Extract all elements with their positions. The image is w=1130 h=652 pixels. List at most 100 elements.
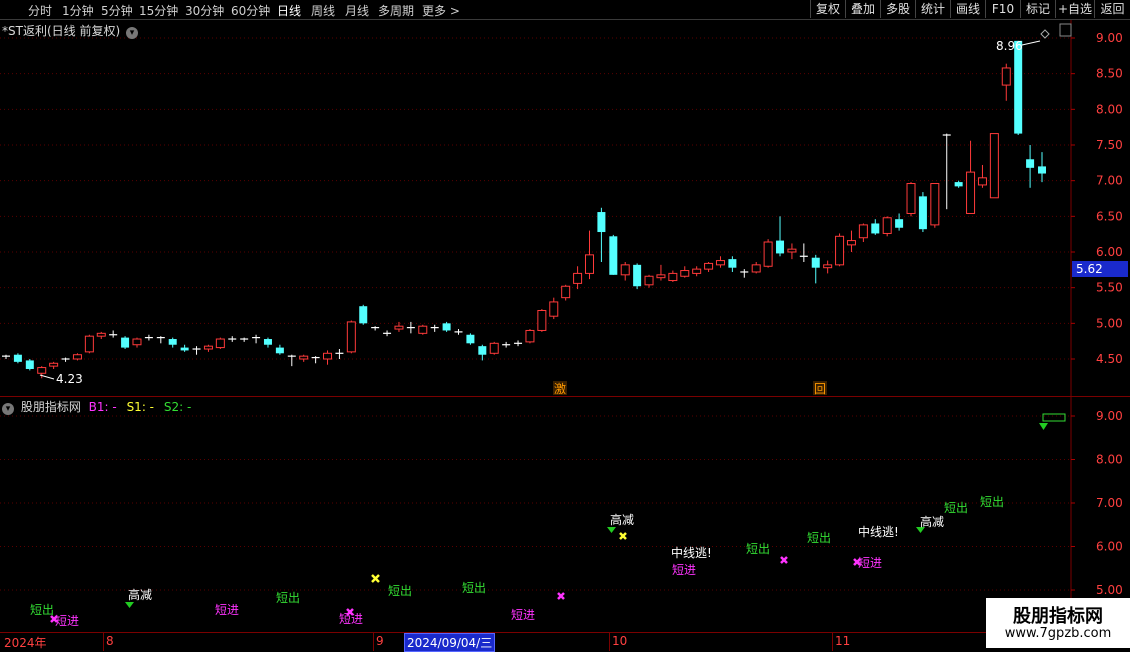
candle <box>656 264 666 281</box>
candle <box>228 336 237 342</box>
signal-label: 短出 <box>807 531 831 545</box>
candle <box>584 230 594 280</box>
candle <box>728 256 737 272</box>
candle <box>109 330 118 338</box>
tab-fenshi[interactable]: 分时 <box>28 2 52 19</box>
price-tick: 8.00 <box>1096 102 1123 116</box>
price-tick: 9.00 <box>1096 31 1123 45</box>
candle <box>61 357 70 362</box>
cursor-date-label: 2024/09/04/三 <box>404 633 496 652</box>
candle <box>489 341 499 355</box>
chart-title-row: *ST返利(日线 前复权) ▾ <box>2 22 138 39</box>
tab-1min[interactable]: 1分钟 <box>62 2 94 19</box>
candle <box>466 333 475 345</box>
chart-dropdown-icon[interactable]: ▾ <box>125 27 138 39</box>
indicator-dropdown-icon[interactable]: ▾ <box>2 403 14 415</box>
candlestick-chart[interactable]: 9.00 8.50 8.00 7.50 7.00 6.50 6.00 5.50 5.00 4.50… <box>0 20 1130 396</box>
signal-label: 短出 <box>462 581 486 595</box>
watermark-title: 股朋指标网 <box>1013 606 1103 627</box>
tab-30min[interactable]: 30分钟 <box>185 2 224 19</box>
marker-ji: 激 <box>554 382 566 396</box>
candle <box>478 344 487 361</box>
tab-5min[interactable]: 5分钟 <box>101 2 133 19</box>
candle <box>525 329 535 344</box>
price-tick: 7.00 <box>1096 174 1123 188</box>
candle <box>371 326 380 331</box>
statistics-button[interactable]: 统计 <box>915 0 950 18</box>
candle <box>692 266 702 277</box>
candle <box>287 354 296 367</box>
draw-line-button[interactable]: 画线 <box>950 0 985 18</box>
cross-marker <box>780 556 788 564</box>
tab-multi-period[interactable]: 多周期 <box>378 2 414 19</box>
candle <box>954 180 963 188</box>
candle <box>620 261 630 281</box>
signal-label: 中线逃! <box>671 545 712 560</box>
candle <box>871 219 880 235</box>
price-tick: 6.00 <box>1096 245 1123 259</box>
candle <box>383 330 392 337</box>
tab-weekly[interactable]: 周线 <box>311 2 335 19</box>
date-label-nov: 11 <box>835 634 851 648</box>
candle <box>240 337 249 342</box>
down-arrow-icon <box>1039 423 1048 430</box>
diamond-icon[interactable] <box>1040 29 1050 39</box>
panel-settings-icon[interactable] <box>1059 23 1072 37</box>
candle <box>156 336 165 344</box>
overlay-button[interactable]: 叠加 <box>845 0 880 18</box>
candle <box>977 164 987 188</box>
candle <box>121 336 130 350</box>
add-watchlist-button[interactable]: +自选 <box>1055 0 1094 18</box>
candle <box>644 274 654 288</box>
candle <box>215 337 225 350</box>
candle <box>668 270 678 282</box>
candle <box>763 239 773 268</box>
signal-label: 高减 <box>610 512 634 527</box>
restore-rights-button[interactable]: 复权 <box>810 0 845 18</box>
indicator-chart[interactable]: 9.00 8.00 7.00 6.00 5.00 短出 短进 高减 短进 短出 短进 短… <box>0 396 1130 632</box>
multi-stock-button[interactable]: 多股 <box>880 0 915 18</box>
s2-label: S2: - <box>163 400 192 414</box>
down-arrow-icon <box>607 527 616 533</box>
tab-monthly[interactable]: 月线 <box>345 2 369 19</box>
candle <box>740 269 749 278</box>
price-tick: 5.00 <box>1096 316 1123 330</box>
signal-label: 短进 <box>215 603 239 617</box>
date-label-sep: 9 <box>376 634 384 648</box>
signal-label: 短进 <box>55 614 79 628</box>
current-price-label: 5.62 <box>1076 262 1103 276</box>
f10-button[interactable]: F10 <box>985 0 1020 18</box>
candle <box>454 329 463 335</box>
candle <box>192 346 201 355</box>
date-label-aug: 8 <box>106 634 114 648</box>
mark-button[interactable]: 标记 <box>1020 0 1055 18</box>
tab-60min[interactable]: 60分钟 <box>231 2 270 19</box>
candle <box>418 324 428 335</box>
low-price-annotation: 4.23 <box>56 372 83 386</box>
date-label-year: 2024年 <box>4 636 47 650</box>
candle <box>906 182 916 217</box>
candle <box>799 243 808 262</box>
high-price-annotation: 8.96 <box>996 39 1023 53</box>
tab-daily[interactable]: 日线 <box>277 2 301 19</box>
candle <box>609 234 618 275</box>
candle <box>966 140 976 214</box>
signal-label: 短出 <box>388 584 412 598</box>
candle <box>942 133 951 210</box>
candle <box>72 353 82 361</box>
candle <box>84 334 94 354</box>
candle <box>25 359 34 371</box>
candle <box>633 263 642 290</box>
candle <box>835 233 845 267</box>
tab-15min[interactable]: 15分钟 <box>139 2 178 19</box>
candle <box>549 297 559 320</box>
candle <box>335 349 344 359</box>
candle <box>573 266 583 290</box>
back-button[interactable]: 返回 <box>1094 0 1130 18</box>
price-tick: 6.50 <box>1096 209 1123 223</box>
watermark: 股朋指标网 www.7gpzb.com <box>986 598 1130 648</box>
toolbar: 分时 1分钟 5分钟 15分钟 30分钟 60分钟 日线 周线 月线 多周期 更… <box>0 0 1130 20</box>
candle <box>346 320 356 354</box>
tab-more[interactable]: 更多 > <box>422 2 460 19</box>
indicator-tick: 7.00 <box>1096 496 1123 510</box>
